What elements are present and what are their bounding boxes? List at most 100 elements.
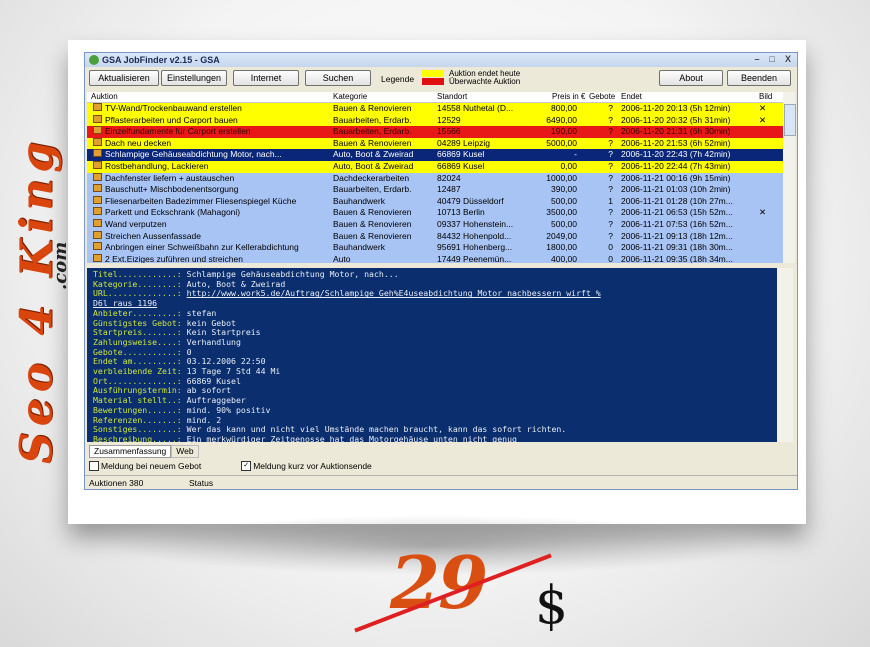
detail-value: mind. 90% positiv — [186, 404, 271, 415]
table-row[interactable]: Parkett und Eckschrank (Mahagoni) Bauen &… — [87, 207, 783, 219]
col-preis[interactable]: Preis in € — [552, 92, 585, 101]
list-header: Auktion Kategorie Standort Preis in € Ge… — [87, 92, 783, 103]
table-row[interactable]: Dach neu decken Bauen & Renovieren 04289 L… — [87, 137, 783, 150]
close-button[interactable]: X — [785, 54, 791, 64]
cell-auktion: Bauschutt+ Mischbodenentsorgung — [105, 184, 239, 195]
cell-standort: 82024 — [437, 172, 461, 183]
cell-endet: 2006-11-21 07:53 (16h 52m... — [621, 218, 733, 229]
meldung-ende-option[interactable]: ✓ Meldung kurz vor Auktionsende — [241, 461, 372, 471]
meldung-neu-checkbox[interactable] — [89, 461, 99, 471]
cell-endet: 2006-11-21 06:53 (15h 52m... — [621, 207, 733, 218]
col-standort[interactable]: Standort — [437, 92, 467, 101]
auction-item-icon — [93, 184, 102, 193]
about-button[interactable]: About — [659, 70, 723, 86]
table-row[interactable]: Pflasterarbeiten und Carport bauen Bauarb… — [87, 114, 783, 127]
list-scroll-thumb[interactable] — [784, 104, 796, 136]
detail-label: Bewertungen......: — [93, 404, 187, 415]
cell-gebote: ? — [608, 184, 613, 195]
auction-item-icon — [93, 207, 102, 216]
cell-gebote: ? — [608, 126, 613, 137]
brand-suffix: .com — [50, 241, 71, 290]
detail-label: verbleibende Zeit: — [93, 366, 187, 377]
meldung-neu-option[interactable]: Meldung bei neuem Gebot — [89, 461, 201, 471]
suchen-button[interactable]: Suchen — [305, 70, 371, 86]
brand-text: Seo 4 King — [11, 135, 63, 465]
table-row[interactable]: Anbringen einer Schweißbahn zur Kellerab… — [87, 242, 783, 254]
cell-preis: 400,00 — [551, 253, 577, 263]
table-row[interactable]: Fliesenarbeiten Badezimmer Fliesenspiege… — [87, 195, 783, 208]
cell-auktion: Pflasterarbeiten und Carport bauen — [105, 114, 238, 125]
cell-gebote: ? — [608, 160, 613, 171]
cell-preis: 800,00 — [551, 103, 577, 113]
meldung-ende-checkbox[interactable]: ✓ — [241, 461, 252, 471]
tab-web[interactable]: Web — [171, 445, 199, 458]
brand-watermark: Seo 4 King .com — [2, 136, 72, 464]
cell-endet: 2006-11-20 20:13 (5h 12min) — [621, 103, 731, 113]
cell-standort: 15566 — [437, 126, 461, 137]
detail-value: ab sofort — [186, 385, 232, 396]
cell-kategorie: Bauen & Renovieren — [333, 207, 412, 218]
detail-url-link[interactable]: D6l_raus_1196 — [93, 298, 157, 308]
col-auktion[interactable]: Auktion — [91, 92, 118, 101]
internet-button[interactable]: Internet — [233, 70, 299, 86]
table-row[interactable]: Wand verputzen Bauen & Renovieren 09337 Ho… — [87, 218, 783, 231]
table-row[interactable]: Dachfenster liefern + austauschen Dachdec… — [87, 172, 783, 185]
meldung-ende-label: Meldung kurz vor Auktionsende — [253, 461, 372, 471]
tab-zusammenfassung[interactable]: Zusammenfassung — [89, 445, 172, 458]
detail-label: URL..............: — [93, 288, 187, 299]
cell-standort: 66869 Kusel — [437, 160, 485, 171]
cell-kategorie: Bauarbeiten, Erdarb. — [333, 184, 412, 195]
einstellungen-button[interactable]: Einstellungen — [161, 70, 227, 86]
cell-gebote: 1 — [608, 195, 613, 206]
table-row[interactable]: TV-Wand/Trockenbauwand erstellen Bauen & … — [87, 103, 783, 115]
cell-preis: 390,00 — [551, 184, 577, 195]
cell-standort: 10713 Berlin — [437, 207, 485, 218]
table-row[interactable]: Einzelfundamente für Carport erstellen Ba… — [87, 126, 783, 138]
beenden-button[interactable]: Beenden — [727, 70, 791, 86]
minimize-button[interactable]: – — [755, 54, 760, 64]
cell-kategorie: Auto, Boot & Zweirad — [333, 149, 414, 160]
detail-value: 03.12.2006 22:50 — [186, 356, 266, 367]
auction-item-icon — [93, 195, 102, 204]
cell-gebote: 0 — [608, 242, 613, 253]
cell-kategorie: Bauarbeiten, Erdarb. — [333, 126, 412, 137]
cell-kategorie: Bauhandwerk — [333, 242, 385, 253]
cell-endet: 2006-11-20 22:44 (7h 43min) — [621, 160, 731, 171]
cell-gebote: ? — [608, 230, 613, 241]
table-row[interactable]: Bauschutt+ Mischbodenentsorgung Bauarbeit… — [87, 184, 783, 196]
cell-kategorie: Dachdeckerarbeiten — [333, 172, 410, 183]
auction-item-icon — [93, 114, 102, 123]
col-gebote[interactable]: Gebote — [589, 92, 615, 101]
cell-auktion: Anbringen einer Schweißbahn zur Kellerab… — [105, 242, 299, 253]
price-tag: 29 $ — [354, 540, 600, 640]
detail-url-link[interactable]: http://www.work5.de/Auftrag/Schlampige_G… — [187, 288, 601, 299]
auction-item-icon — [93, 160, 102, 169]
list-scrollbar[interactable] — [783, 92, 796, 263]
cell-endet: 2006-11-20 20:32 (5h 31min) — [621, 114, 731, 125]
maximize-button[interactable]: □ — [770, 54, 775, 64]
auction-count: Auktionen 380 — [89, 478, 144, 488]
detail-scrollbar[interactable] — [777, 268, 793, 442]
detail-line: Beschreibung.....: Ein merkwürdiger Zeit… — [93, 434, 771, 442]
detail-value: stefan — [186, 307, 217, 318]
toolbar: Aktualisieren Einstellungen Internet Suc… — [85, 67, 797, 89]
cell-endet: 2006-11-20 21:31 (6h 30min) — [621, 126, 731, 137]
col-endet[interactable]: Endet — [621, 92, 642, 101]
status-bar: Auktionen 380 Status — [85, 475, 797, 489]
table-row[interactable]: Schlampige Gehäuseabdichtung Motor, nach… — [87, 149, 783, 161]
legend-label: Legende — [381, 74, 415, 84]
detail-value: kein Gebot — [186, 317, 236, 328]
table-row[interactable]: Rostbehandlung, Lackieren Auto, Boot & Zw… — [87, 160, 783, 173]
cell-auktion: Streichen Aussenfassade — [105, 230, 201, 241]
options-row: Meldung bei neuem Gebot ✓ Meldung kurz v… — [89, 461, 372, 471]
col-kategorie[interactable]: Kategorie — [333, 92, 367, 101]
cell-preis: 0,00 — [560, 160, 577, 171]
detail-label: Endet am.........: — [93, 356, 187, 367]
table-row[interactable]: 2 Ext.Eiziges zuführen und streichen Auto… — [87, 253, 783, 263]
col-bild[interactable]: Bild — [759, 92, 772, 101]
aktualisieren-button[interactable]: Aktualisieren — [89, 70, 159, 86]
cell-auktion: Dachfenster liefern + austauschen — [105, 172, 235, 183]
cell-preis: 500,00 — [551, 218, 577, 229]
table-row[interactable]: Streichen Aussenfassade Bauen & Renoviere… — [87, 230, 783, 243]
cell-kategorie: Bauen & Renovieren — [333, 218, 412, 229]
